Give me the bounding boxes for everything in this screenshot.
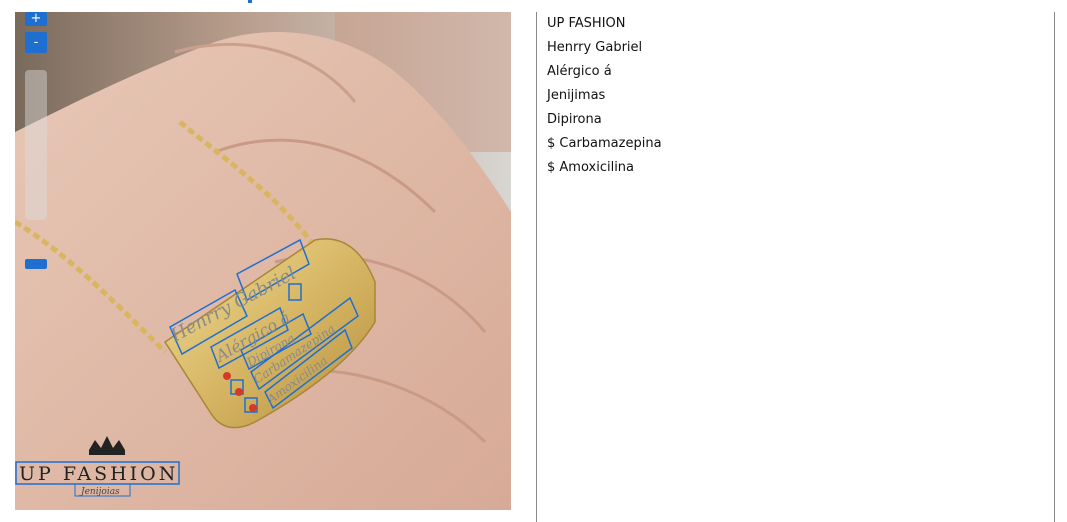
- zoom-slider-handle[interactable]: [25, 259, 47, 269]
- logo-subtext: Jenijoias: [79, 487, 120, 497]
- ocr-result-item: $ Carbamazepina: [547, 136, 662, 151]
- ocr-result-item: Dipirona: [547, 112, 602, 127]
- ocr-result-item: $ Amoxicilina: [547, 160, 635, 175]
- top-indicator: [248, 0, 252, 3]
- ocr-result-item: Alérgico á: [547, 64, 612, 79]
- ocr-result-item: UP FASHION: [547, 16, 626, 31]
- ocr-results-list: UP FASHION Henrry Gabriel Alérgico á Jen…: [547, 14, 662, 182]
- logo-text: UP FASHION: [19, 463, 178, 485]
- ocr-results-panel: UP FASHION Henrry Gabriel Alérgico á Jen…: [536, 12, 1055, 522]
- zoom-slider-track[interactable]: [25, 70, 47, 220]
- zoom-out-button[interactable]: -: [25, 32, 47, 53]
- necklace-photo: Henrry Gabriel Alérgico á Dipirona Carba…: [15, 12, 511, 510]
- image-viewer[interactable]: Henrry Gabriel Alérgico á Dipirona Carba…: [15, 12, 511, 510]
- zoom-in-button[interactable]: +: [25, 12, 47, 26]
- ocr-result-item: Henrry Gabriel: [547, 40, 643, 55]
- ocr-result-item: Jenijimas: [547, 88, 606, 103]
